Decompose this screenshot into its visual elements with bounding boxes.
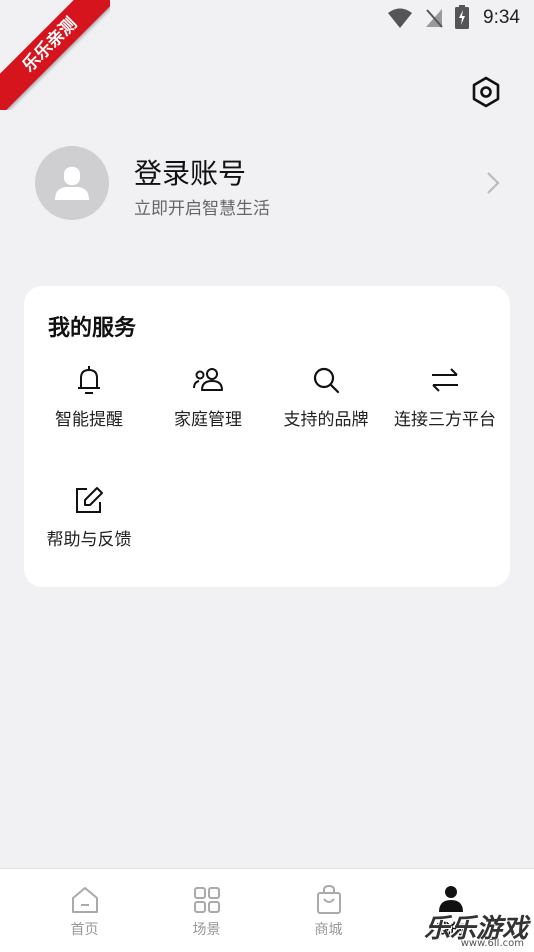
service-help-feedback[interactable]: 帮助与反馈 (30, 484, 148, 551)
service-label: 支持的品牌 (283, 410, 369, 430)
login-title[interactable]: 登录账号 (134, 152, 246, 192)
battery-icon (455, 5, 469, 29)
service-third-party[interactable]: 连接三方平台 (386, 364, 504, 431)
services-card: 我的服务 智能提醒 家庭管理 支持的品牌 连接三方平台 帮助与反馈 (24, 286, 510, 587)
search-icon (313, 367, 340, 394)
shopping-bag-icon (316, 885, 341, 914)
service-family-management[interactable]: 家庭管理 (149, 364, 267, 431)
edit-icon (76, 487, 103, 513)
swap-icon (432, 368, 458, 392)
no-signal-icon (426, 9, 443, 28)
promo-ribbon: 乐乐亲测 (0, 0, 110, 110)
service-supported-brands[interactable]: 支持的品牌 (267, 364, 385, 431)
chevron-right-icon[interactable] (482, 170, 504, 196)
nav-label: 场景 (192, 922, 221, 938)
bell-icon (78, 366, 100, 394)
service-label: 智能提醒 (55, 410, 123, 430)
nav-label: 商城 (314, 922, 343, 938)
home-icon (71, 887, 98, 913)
wifi-icon (388, 8, 412, 28)
ribbon-text: 乐乐亲测 (0, 0, 110, 110)
service-label: 帮助与反馈 (46, 530, 132, 550)
login-subtitle: 立即开启智慧生活 (134, 199, 270, 219)
gear-icon (472, 76, 500, 108)
nav-scenes[interactable]: 场景 (140, 869, 273, 952)
avatar[interactable] (35, 146, 109, 220)
family-icon (193, 368, 223, 391)
nav-mall[interactable]: 商城 (262, 869, 395, 952)
service-label: 连接三方平台 (394, 410, 496, 430)
grid-icon (193, 887, 220, 913)
nav-label: 首页 (70, 922, 99, 938)
settings-button[interactable] (466, 72, 506, 112)
watermark-url: www.6ll.com (460, 938, 524, 949)
service-label: 家庭管理 (174, 410, 242, 430)
services-title: 我的服务 (48, 316, 137, 341)
status-time: 9:34 (483, 7, 520, 28)
service-smart-reminder[interactable]: 智能提醒 (30, 364, 148, 431)
nav-home[interactable]: 首页 (18, 869, 151, 952)
user-silhouette-icon (55, 167, 89, 200)
